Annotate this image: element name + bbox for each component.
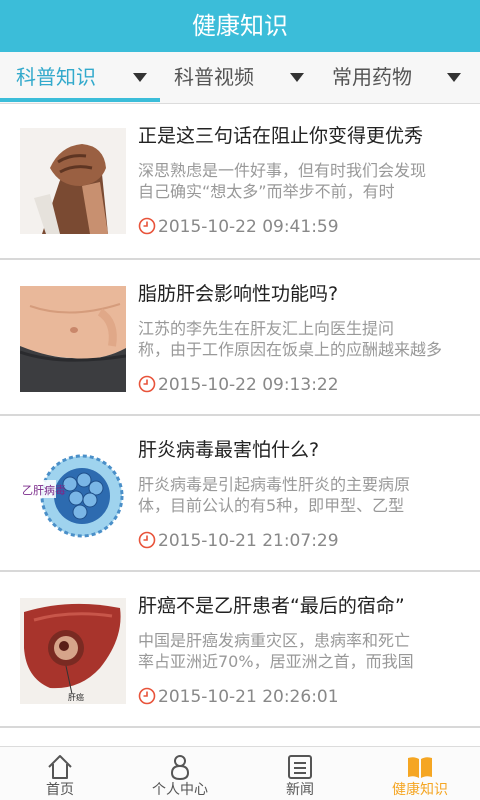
article-title: 正是这三句话在阻止你变得更优秀 (138, 125, 424, 147)
list-item[interactable]: 肝癌 肝癌不是乙肝患者“最后的宿命” 中国是肝癌发病重灾区，患病率和死亡 率占亚… (0, 572, 480, 728)
bottom-nav: 首页 个人中心 新闻 健康知识 (0, 746, 480, 800)
nav-label: 个人中心 (152, 782, 208, 798)
tab-common-drugs[interactable]: 常用药物 (320, 52, 480, 104)
page-title: 健康知识 (192, 12, 288, 40)
tab-label: 常用药物 (332, 65, 412, 89)
article-summary: 江苏的李先生在肝友汇上向医生提问 称，由于工作原因在饭桌上的应酬越来越多 (138, 319, 443, 359)
list-item[interactable]: 脂肪肝会影响性功能吗? 江苏的李先生在肝友汇上向医生提问 称，由于工作原因在饭桌… (0, 260, 480, 416)
list-item[interactable]: 正是这三句话在阻止你变得更优秀 深思熟虑是一件好事，但有时我们会发现 自己确实“… (0, 104, 480, 260)
belly-image (20, 286, 126, 392)
person-icon (170, 755, 190, 781)
liver-image: 肝癌 (20, 598, 126, 704)
clock-icon (138, 217, 156, 235)
nav-news[interactable]: 新闻 (240, 747, 360, 800)
clock-icon (138, 531, 156, 549)
article-summary: 中国是肝癌发病重灾区，患病率和死亡 率占亚洲近70%，居亚洲之首，而我国 (138, 631, 414, 671)
news-icon (288, 755, 312, 779)
chevron-down-icon[interactable] (133, 73, 147, 82)
article-summary: 深思熟虑是一件好事，但有时我们会发现 自己确实“想太多”而举步不前，有时 (138, 161, 427, 201)
nav-profile[interactable]: 个人中心 (120, 747, 240, 800)
article-timestamp: 2015-10-22 09:41:59 (138, 216, 339, 238)
nav-health-knowledge[interactable]: 健康知识 (360, 747, 480, 800)
active-tab-indicator (0, 98, 160, 102)
handshake-image (20, 128, 126, 234)
nav-label: 首页 (46, 782, 74, 798)
nav-home[interactable]: 首页 (0, 747, 120, 800)
svg-text:肝癌: 肝癌 (68, 692, 84, 702)
tab-popular-science[interactable]: 科普知识 (0, 52, 160, 104)
article-title: 肝炎病毒最害怕什么? (138, 439, 320, 461)
tab-label: 科普视频 (174, 65, 254, 89)
article-timestamp: 2015-10-22 09:13:22 (138, 374, 339, 396)
tab-science-videos[interactable]: 科普视频 (160, 52, 320, 104)
article-title: 肝癌不是乙肝患者“最后的宿命” (138, 595, 405, 617)
category-tabs: 科普知识 科普视频 常用药物 (0, 52, 480, 104)
article-timestamp: 2015-10-21 21:07:29 (138, 530, 339, 552)
clock-icon (138, 375, 156, 393)
article-summary: 肝炎病毒是引起病毒性肝炎的主要病原 体，目前公认的有5种，即甲型、乙型 (138, 475, 411, 515)
article-title: 脂肪肝会影响性功能吗? (138, 283, 339, 305)
article-timestamp: 2015-10-21 20:26:01 (138, 686, 339, 708)
home-icon (48, 755, 72, 779)
virus-image: 乙肝病毒 (20, 442, 126, 548)
clock-icon (138, 687, 156, 705)
svg-text:乙肝病毒: 乙肝病毒 (22, 483, 66, 497)
book-icon (408, 757, 432, 778)
chevron-down-icon[interactable] (447, 73, 461, 82)
app-header: 健康知识 (0, 0, 480, 52)
tab-label: 科普知识 (16, 65, 96, 89)
chevron-down-icon[interactable] (290, 73, 304, 82)
list-item[interactable]: 乙肝病毒 肝炎病毒最害怕什么? 肝炎病毒是引起病毒性肝炎的主要病原 体，目前公认… (0, 416, 480, 572)
article-list: 正是这三句话在阻止你变得更优秀 深思熟虑是一件好事，但有时我们会发现 自己确实“… (0, 104, 480, 746)
nav-label: 新闻 (286, 782, 314, 798)
nav-label: 健康知识 (392, 782, 448, 798)
